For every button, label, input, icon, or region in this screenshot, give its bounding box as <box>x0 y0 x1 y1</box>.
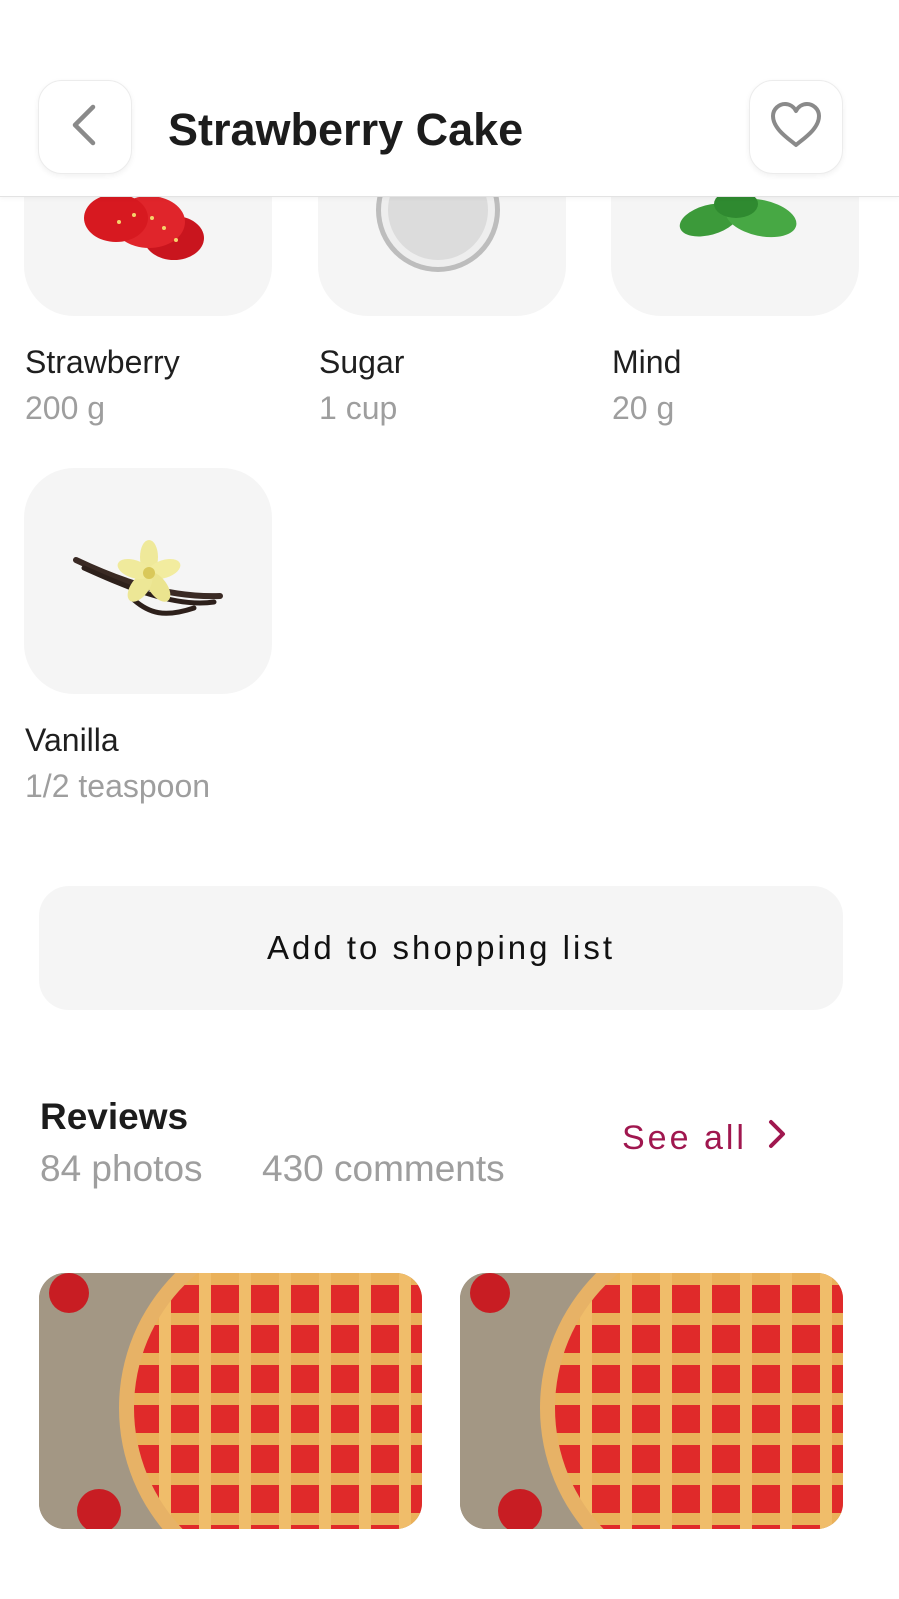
ingredient-quantity: 20 g <box>612 390 675 426</box>
app-header: Strawberry Cake <box>0 0 899 197</box>
ingredient-name: Mind <box>612 344 682 380</box>
see-all-label: See all <box>622 1119 747 1157</box>
ingredient-quantity: 200 g <box>25 390 106 426</box>
comments-count: 430 comments <box>262 1148 505 1189</box>
chevron-right-icon <box>767 1118 787 1159</box>
reviews-title: Reviews <box>40 1096 189 1137</box>
ingredient-image-vanilla <box>24 468 272 694</box>
favorite-button[interactable] <box>749 80 843 174</box>
photos-count: 84 photos <box>40 1148 203 1189</box>
heart-outline-icon <box>769 101 823 154</box>
see-all-link[interactable]: See all <box>622 1118 787 1159</box>
ingredient-quantity: 1 cup <box>319 390 398 426</box>
chevron-left-icon <box>65 101 105 154</box>
page-title: Strawberry Cake <box>168 104 524 155</box>
review-photo[interactable] <box>460 1273 843 1529</box>
ingredient-name: Sugar <box>319 344 405 380</box>
ingredient-name: Vanilla <box>25 722 119 758</box>
ingredient-name: Strawberry <box>25 344 180 380</box>
ingredient-quantity: 1/2 teaspoon <box>25 768 211 804</box>
review-photo[interactable] <box>39 1273 422 1529</box>
add-to-shopping-list-button[interactable]: Add to shopping list <box>39 886 843 1010</box>
back-button[interactable] <box>38 80 132 174</box>
